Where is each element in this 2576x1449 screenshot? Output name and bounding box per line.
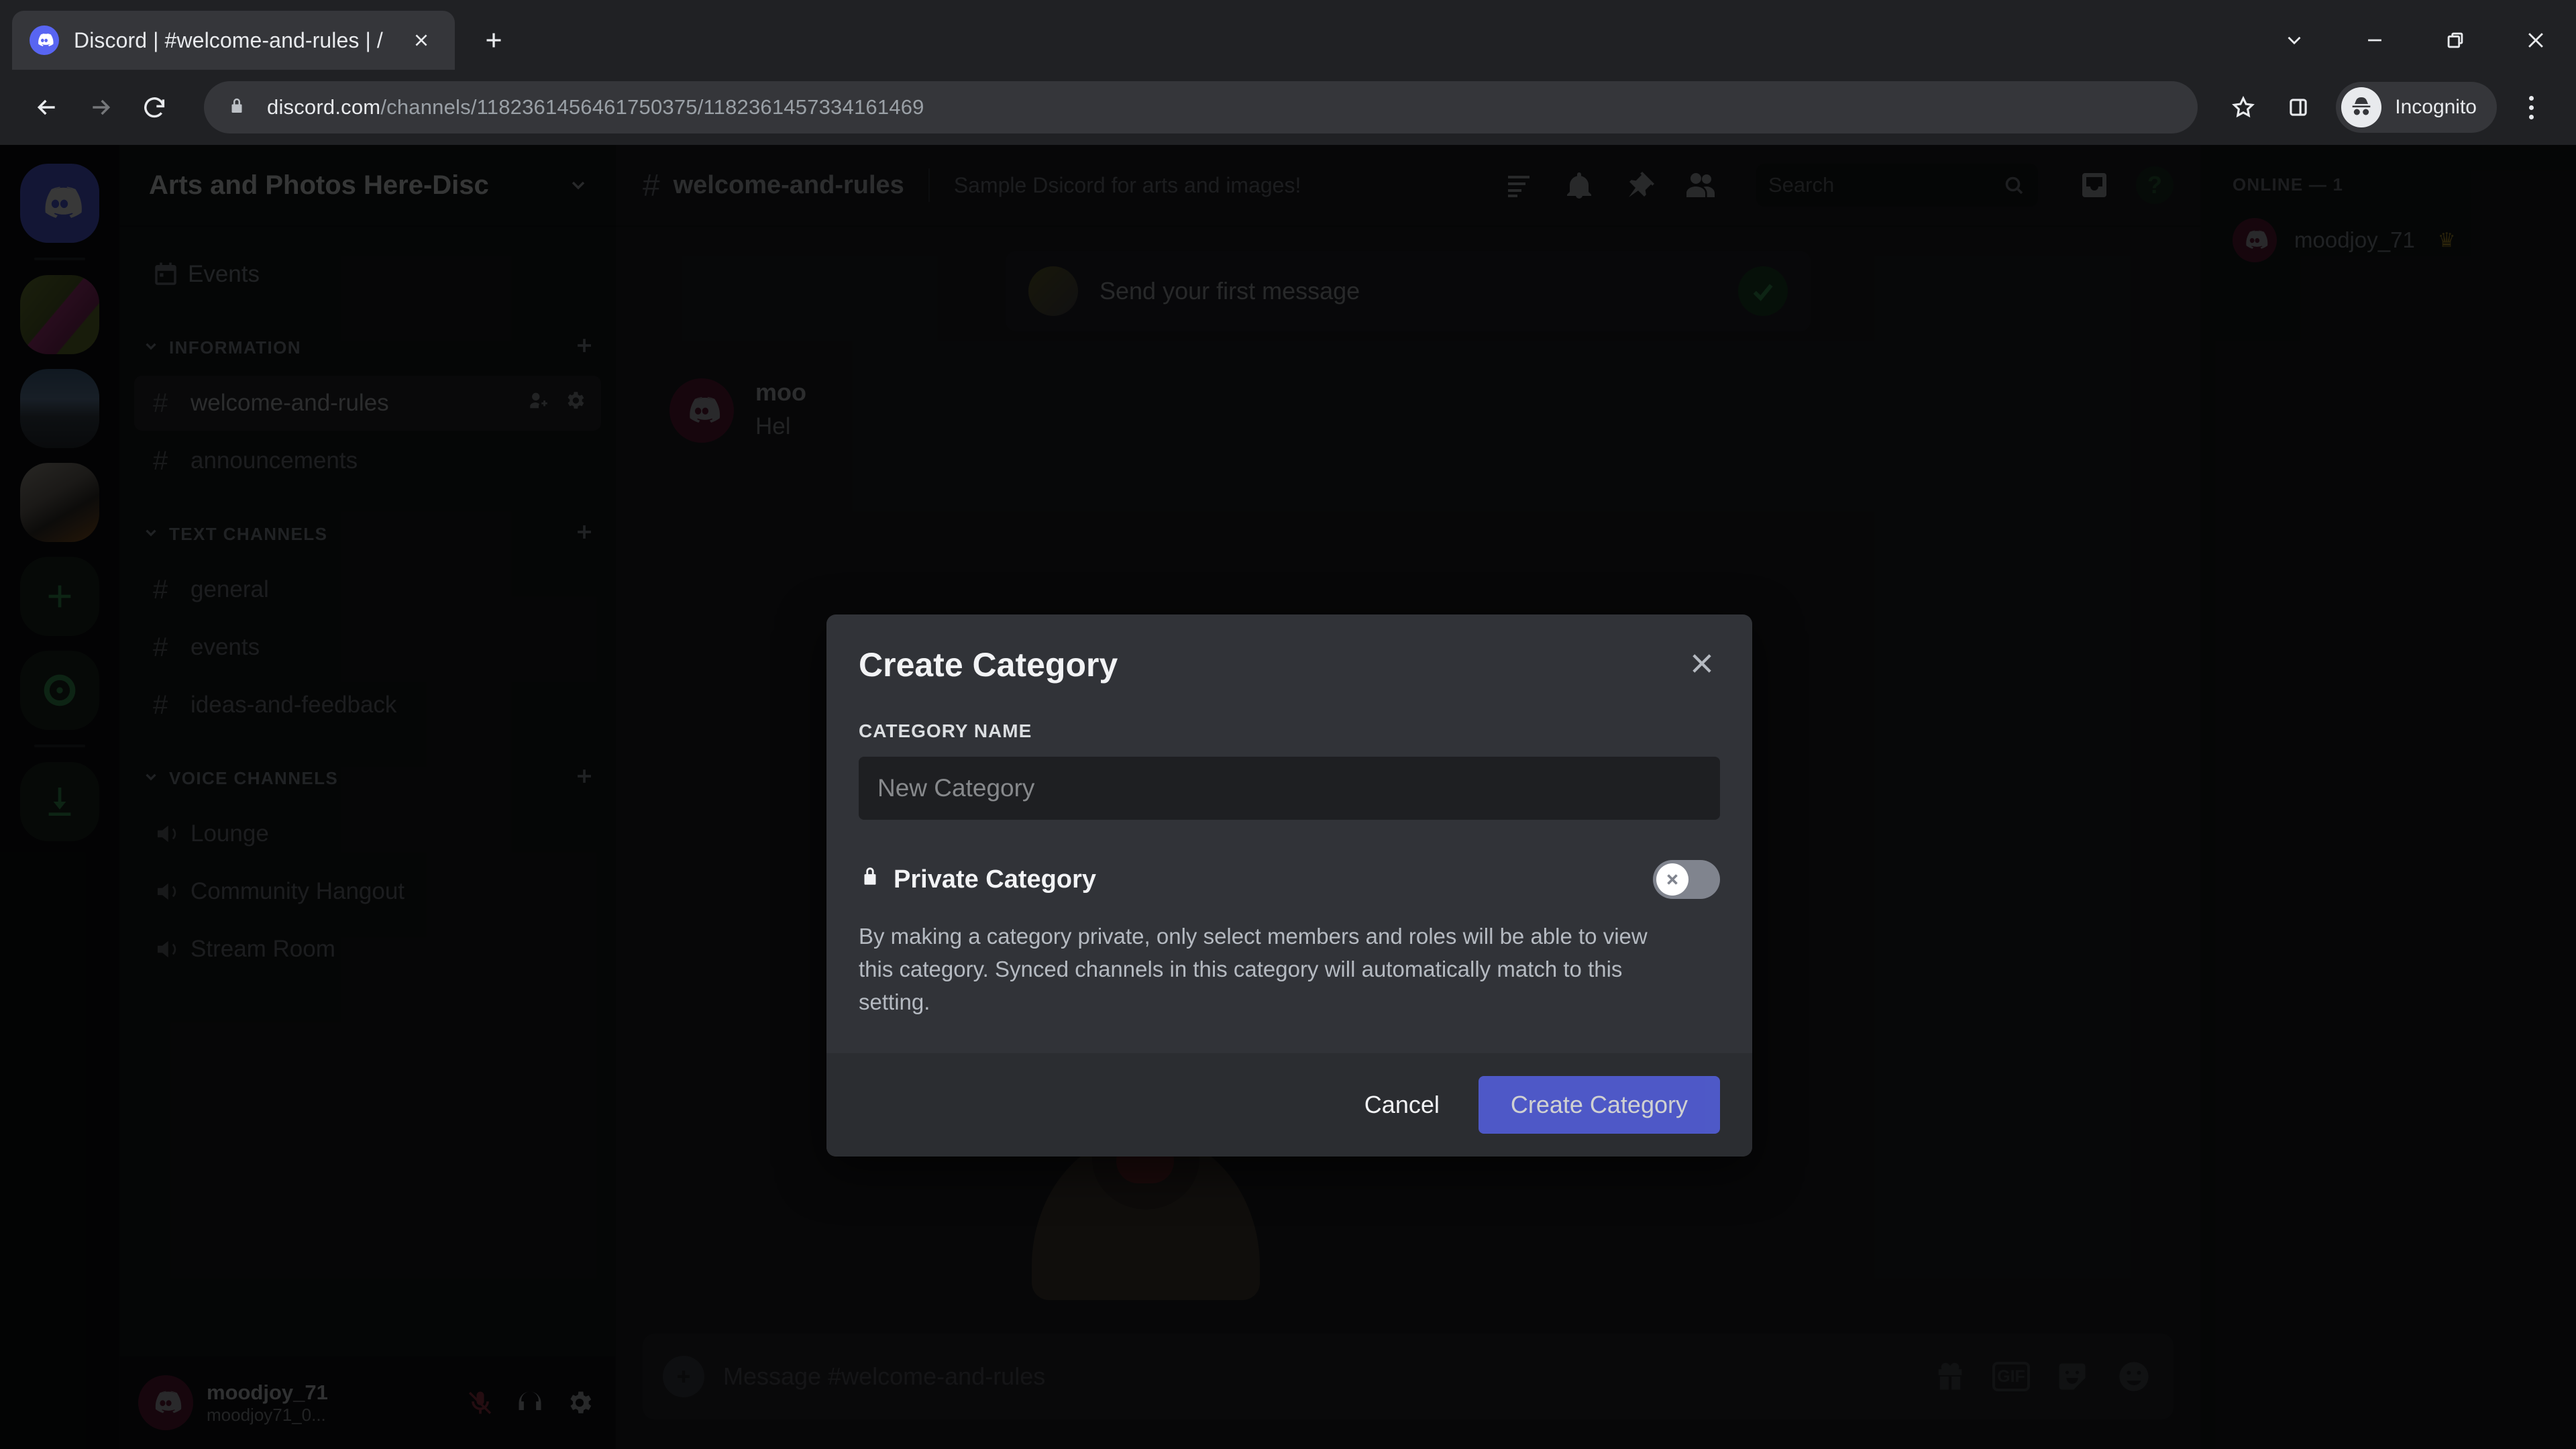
modal-footer: Cancel Create Category xyxy=(826,1053,1752,1157)
browser-tab-title: Discord | #welcome-and-rules | / xyxy=(74,28,383,52)
restore-icon[interactable] xyxy=(2415,11,2496,70)
incognito-label: Incognito xyxy=(2395,96,2477,118)
address-bar[interactable]: discord.com/channels/1182361456461750375… xyxy=(204,81,2198,133)
url-path: /channels/1182361456461750375/1182361457… xyxy=(380,95,924,119)
browser-chrome: Discord | #welcome-and-rules | / discord… xyxy=(0,0,2576,145)
discord-favicon-icon xyxy=(30,25,59,55)
forward-button[interactable] xyxy=(74,80,127,134)
lock-icon xyxy=(227,96,250,119)
private-category-label-group: Private Category xyxy=(859,863,1653,896)
toggle-knob xyxy=(1656,863,1688,896)
side-panel-icon[interactable] xyxy=(2273,82,2324,133)
reload-button[interactable] xyxy=(127,80,181,134)
incognito-icon xyxy=(2341,87,2382,127)
tab-strip: Discord | #welcome-and-rules | / xyxy=(0,0,2576,70)
private-category-row: Private Category xyxy=(859,860,1720,899)
private-category-toggle[interactable] xyxy=(1653,860,1720,899)
modal-titlebar: Create Category xyxy=(859,645,1720,684)
window-controls xyxy=(2254,11,2576,70)
lock-icon xyxy=(859,863,881,896)
incognito-profile-button[interactable]: Incognito xyxy=(2336,82,2497,133)
new-tab-button[interactable] xyxy=(470,16,518,64)
bookmark-star-icon[interactable] xyxy=(2218,82,2269,133)
discord-app: Arts and Photos Here-Disc Events INFORMA… xyxy=(0,145,2576,1449)
browser-tab[interactable]: Discord | #welcome-and-rules | / xyxy=(12,11,455,70)
browser-menu-icon[interactable] xyxy=(2506,83,2556,132)
category-name-label: CATEGORY NAME xyxy=(859,720,1032,741)
back-button[interactable] xyxy=(20,80,74,134)
browser-toolbar: discord.com/channels/1182361456461750375… xyxy=(0,70,2576,145)
close-icon[interactable] xyxy=(1684,645,1720,682)
private-category-label: Private Category xyxy=(894,865,1097,894)
cancel-button[interactable]: Cancel xyxy=(1358,1079,1446,1131)
tab-close-icon[interactable] xyxy=(405,24,437,56)
private-category-helper-text: By making a category private, only selec… xyxy=(859,924,1648,1014)
address-bar-url: discord.com/channels/1182361456461750375… xyxy=(267,95,924,119)
close-icon xyxy=(1667,874,1678,885)
minimize-icon[interactable] xyxy=(2334,11,2415,70)
chevron-down-icon[interactable] xyxy=(2254,11,2334,70)
category-name-input[interactable]: New Category xyxy=(859,757,1720,820)
modal-title: Create Category xyxy=(859,646,1118,684)
url-host: discord.com xyxy=(267,95,381,119)
modal-body: Create Category CATEGORY NAME New Catego… xyxy=(826,614,1752,1053)
window-close-icon[interactable] xyxy=(2496,11,2576,70)
category-name-placeholder: New Category xyxy=(877,774,1035,802)
create-category-modal: Create Category CATEGORY NAME New Catego… xyxy=(826,614,1752,1157)
create-category-button[interactable]: Create Category xyxy=(1478,1076,1720,1134)
